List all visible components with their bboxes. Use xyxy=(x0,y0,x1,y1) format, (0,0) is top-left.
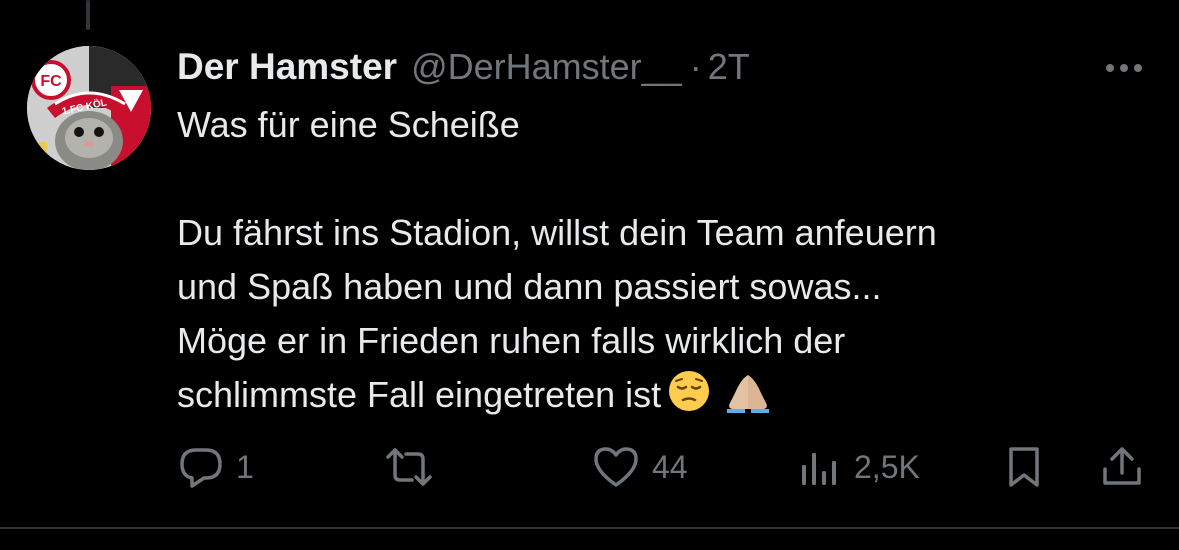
author-name[interactable]: Der Hamster xyxy=(177,46,397,88)
bookmark-button[interactable] xyxy=(1002,432,1046,502)
avatar-image: FC 1.FC KÖL xyxy=(27,46,151,170)
tweet-text-line: und Spaß haben und dann passiert sowas..… xyxy=(177,266,882,307)
views-icon xyxy=(802,453,836,485)
tweet-text: Was für eine Scheiße Du fährst ins Stadi… xyxy=(177,98,1137,422)
folded-hands-emoji xyxy=(725,369,771,428)
views-button[interactable]: 2,5K xyxy=(798,432,920,502)
reply-count: 1 xyxy=(236,448,254,485)
tweet-timestamp[interactable]: 2T xyxy=(708,46,750,88)
tweet-header: Der Hamster @DerHamster__ · 2T xyxy=(177,44,750,90)
share-button[interactable] xyxy=(1100,432,1144,502)
retweet-button[interactable] xyxy=(382,432,448,502)
svg-text:FC: FC xyxy=(40,73,62,90)
reply-icon xyxy=(180,448,222,488)
tweet-text-line: Was für eine Scheiße xyxy=(177,104,520,145)
reply-button[interactable]: 1 xyxy=(178,432,254,502)
share-icon xyxy=(1103,447,1141,485)
heart-icon xyxy=(594,447,638,487)
author-handle[interactable]: @DerHamster__ xyxy=(411,46,682,88)
like-count: 44 xyxy=(652,448,688,485)
views-count: 2,5K xyxy=(854,448,920,485)
thread-connector-line xyxy=(86,0,90,30)
pensive-face-emoji xyxy=(667,369,711,428)
bottom-divider xyxy=(0,527,1179,529)
avatar[interactable]: FC 1.FC KÖL xyxy=(27,46,151,170)
bookmark-icon xyxy=(1009,447,1039,487)
tweet-text-last-line: schlimmste Fall eingetreten ist xyxy=(177,368,1137,422)
like-button[interactable]: 44 xyxy=(592,432,688,502)
tweet-text-line: schlimmste Fall eingetreten ist xyxy=(177,374,662,415)
more-icon xyxy=(1106,64,1142,72)
more-options-button[interactable] xyxy=(1096,48,1152,88)
tweet-actions-bar: 1 44 2,5K xyxy=(0,432,1179,502)
retweet-icon xyxy=(386,448,432,486)
tweet-text-line: Du fährst ins Stadion, willst dein Team … xyxy=(177,212,937,253)
tweet-text-line: Möge er in Frieden ruhen falls wirklich … xyxy=(177,320,846,361)
header-separator: · xyxy=(689,46,702,87)
tweet-text-line-blank xyxy=(177,152,1137,206)
